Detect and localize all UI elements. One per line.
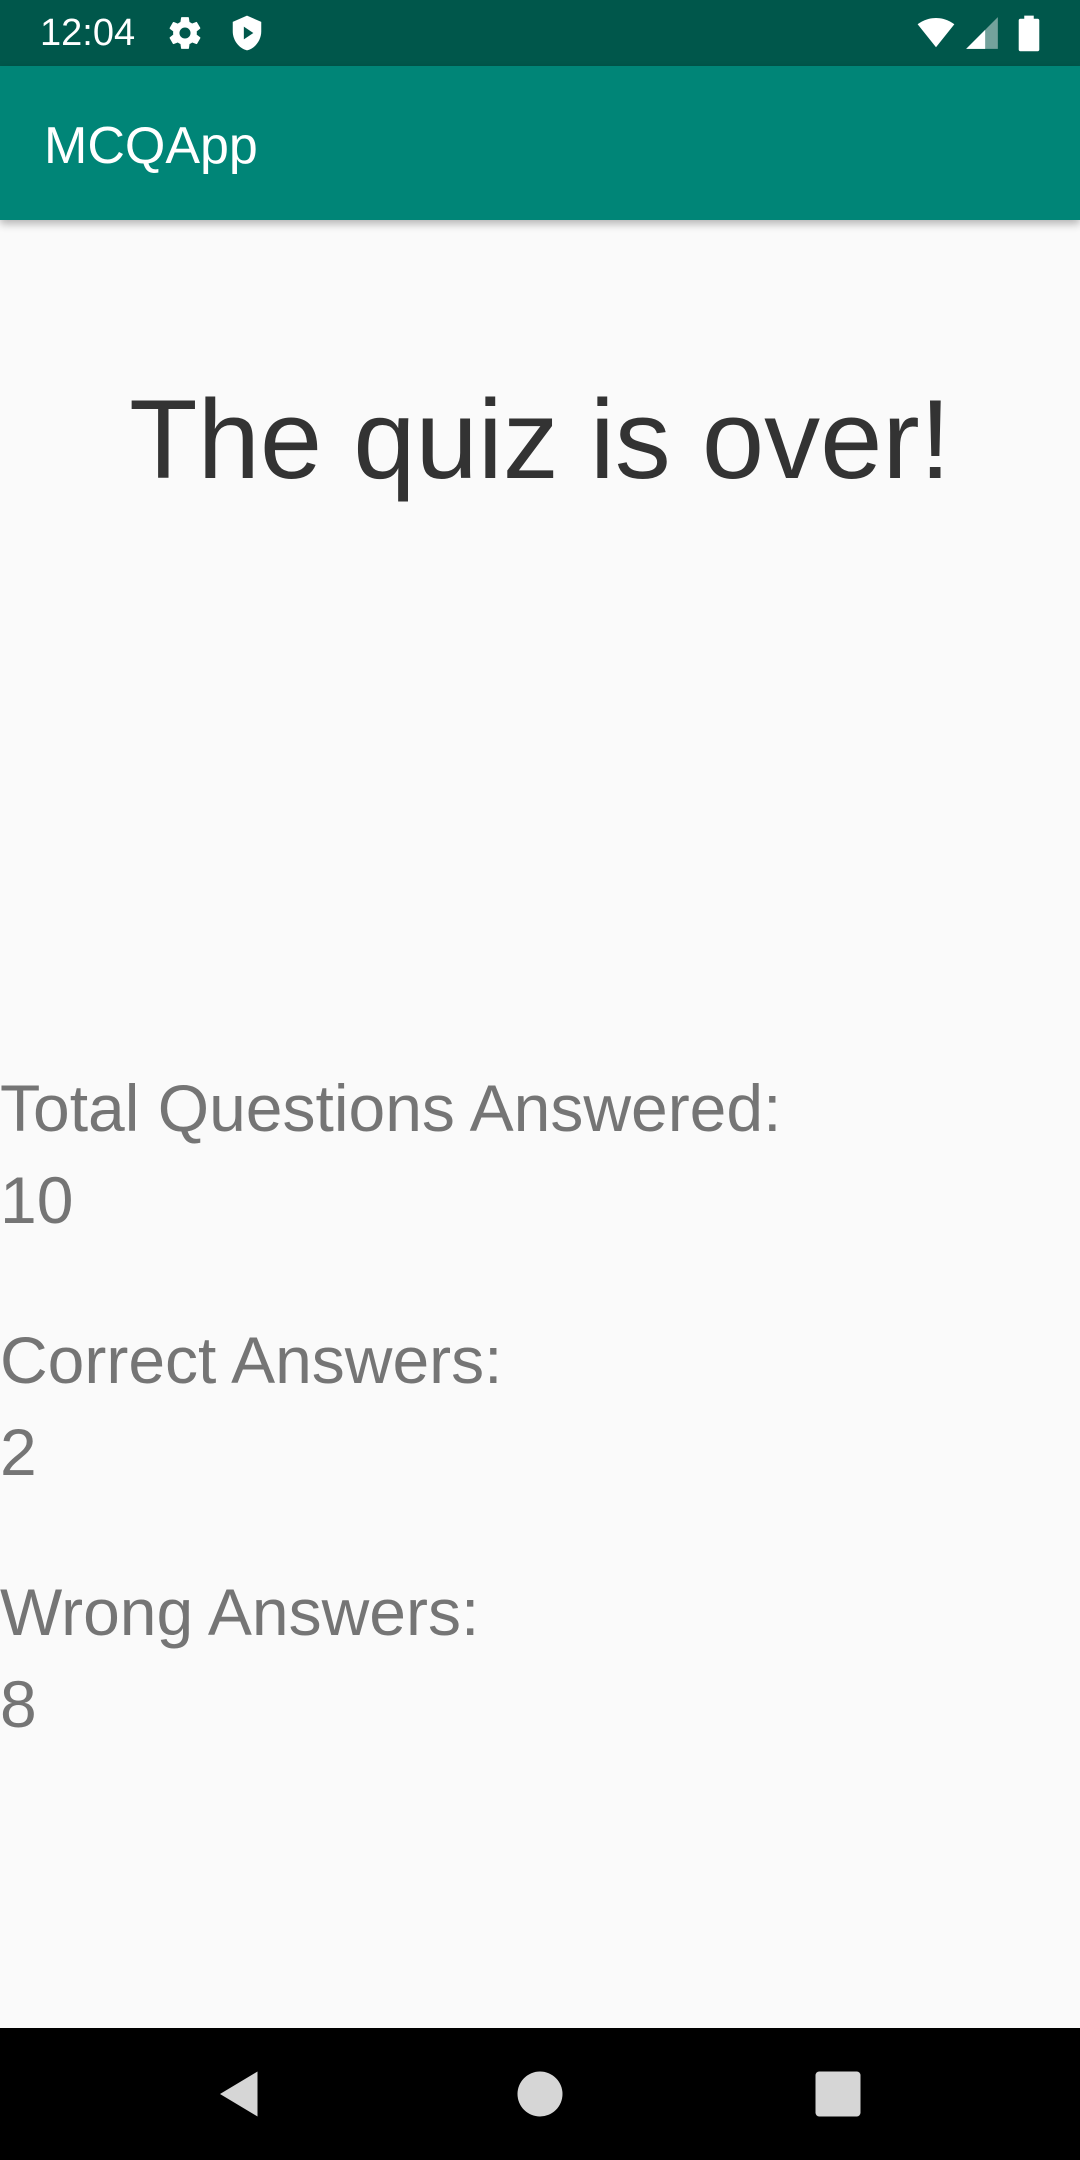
home-icon[interactable] xyxy=(510,2064,570,2124)
back-icon[interactable] xyxy=(210,2064,270,2124)
status-time: 12:04 xyxy=(40,12,136,54)
recents-icon[interactable] xyxy=(808,2064,868,2124)
navigation-bar xyxy=(0,2028,1080,2160)
correct-answers-value: 2 xyxy=(0,1415,37,1489)
gear-icon xyxy=(166,14,204,52)
wrong-answers-label: Wrong Answers: xyxy=(0,1575,480,1649)
wifi-icon xyxy=(914,14,958,52)
total-questions-label: Total Questions Answered: xyxy=(0,1071,782,1145)
correct-answers-label: Correct Answers: xyxy=(0,1323,503,1397)
status-bar: 12:04 xyxy=(0,0,1080,66)
wrong-answers-value: 8 xyxy=(0,1667,37,1741)
app-title: MCQApp xyxy=(44,117,258,175)
total-questions-value: 10 xyxy=(0,1163,74,1237)
shield-play-icon xyxy=(228,14,266,52)
cellular-signal-icon xyxy=(962,14,1002,52)
quiz-over-heading: The quiz is over! xyxy=(129,377,951,502)
app-bar: MCQApp xyxy=(0,66,1080,220)
battery-icon xyxy=(1014,14,1044,52)
